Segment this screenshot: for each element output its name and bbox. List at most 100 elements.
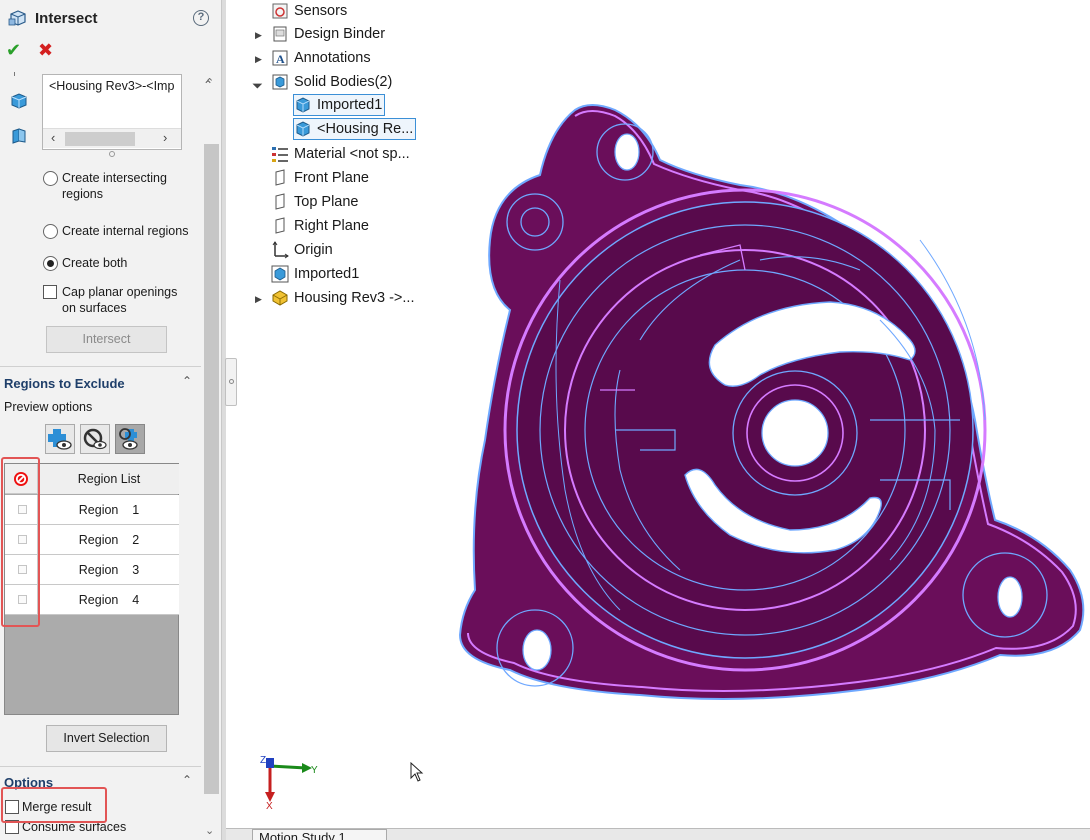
tree-item-label: Origin xyxy=(294,242,333,258)
tree-item-body-housing[interactable]: <Housing Re... xyxy=(293,118,416,140)
tree-item-material[interactable]: Material <not sp... xyxy=(271,143,410,165)
expand-arrow-icon[interactable]: ▶ xyxy=(255,30,262,41)
radio-create-both[interactable] xyxy=(43,256,58,271)
region-name[interactable]: Region 2 xyxy=(39,525,179,555)
scroll-down-icon[interactable]: ⌄ xyxy=(205,824,214,837)
tree-item-label: Housing Rev3 ->... xyxy=(294,290,415,306)
tree-item-annotations[interactable]: A Annotations xyxy=(271,47,371,69)
svg-text:A: A xyxy=(276,52,285,66)
splitter-dot-icon xyxy=(229,379,234,384)
property-manager: Intersect ? ✔ ✖ ⌃ ⌄ <Housing Rev3>-<Imp … xyxy=(0,0,222,840)
bottom-tab-bar: Motion Study 1 xyxy=(226,828,1090,840)
tree-item-design-binder[interactable]: Design Binder xyxy=(271,23,385,45)
tree-item-housing-rev3[interactable]: Housing Rev3 ->... xyxy=(271,287,415,309)
ok-button[interactable]: ✔ xyxy=(6,40,21,61)
intersect-button[interactable]: Intersect xyxy=(46,326,167,353)
help-icon[interactable]: ? xyxy=(193,10,209,26)
tree-item-top-plane[interactable]: Top Plane xyxy=(271,191,359,213)
selection-item[interactable]: <Housing Rev3>-<Imp xyxy=(49,79,181,93)
preview-include-icon xyxy=(48,429,72,450)
preview-exclude-button[interactable] xyxy=(80,424,110,454)
expand-arrow-icon[interactable]: ▶ xyxy=(255,294,262,305)
selection-marker xyxy=(14,72,18,76)
radio-create-internal[interactable] xyxy=(43,224,58,239)
panel-splitter[interactable] xyxy=(222,0,226,840)
sensor-icon xyxy=(272,3,288,19)
origin-icon xyxy=(272,241,289,259)
preview-both-button[interactable] xyxy=(115,424,145,454)
scroll-right-icon[interactable]: › xyxy=(163,130,167,145)
tree-item-label: Sensors xyxy=(294,3,348,19)
plane-icon xyxy=(275,193,285,210)
selection-list[interactable]: <Housing Rev3>-<Imp ‹ › xyxy=(42,74,182,150)
property-manager-scrollbar[interactable]: ⌃ ⌄ xyxy=(201,72,221,840)
tree-item-label: Imported1 xyxy=(317,97,383,113)
tree-item-right-plane[interactable]: Right Plane xyxy=(271,215,369,237)
option-label: Cap planar openings xyxy=(62,285,178,299)
tree-item-label: Right Plane xyxy=(294,218,369,234)
radio-create-intersecting[interactable] xyxy=(43,171,58,186)
preview-exclude-icon xyxy=(83,428,107,450)
scrollbar-thumb[interactable] xyxy=(65,132,135,146)
tree-item-front-plane[interactable]: Front Plane xyxy=(271,167,369,189)
section-divider xyxy=(0,766,201,767)
exclude-column-highlight xyxy=(1,457,40,627)
region-name[interactable]: Region 3 xyxy=(39,555,179,585)
tree-item-label: Imported1 xyxy=(294,266,360,282)
mouse-cursor-icon xyxy=(410,762,424,782)
intersect-feature-icon xyxy=(8,10,26,26)
triad-z-label: Z xyxy=(260,755,266,766)
selection-scroll-up-icon[interactable]: ⌃ xyxy=(203,78,213,92)
preview-include-button[interactable] xyxy=(45,424,75,454)
region-name[interactable]: Region 1 xyxy=(39,495,179,525)
column-header-region-list[interactable]: Region List xyxy=(39,464,179,494)
option-create-internal[interactable]: Create internal regions xyxy=(43,223,188,239)
tree-item-body-imported1[interactable]: Imported1 xyxy=(293,94,386,116)
expand-arrow-icon[interactable]: ▶ xyxy=(255,54,262,65)
solid-bodies-icon xyxy=(272,74,288,90)
tree-item-origin[interactable]: Origin xyxy=(271,239,333,261)
tree-item-label: <Housing Re... xyxy=(317,121,414,137)
body-icon xyxy=(296,121,310,137)
option-create-both[interactable]: Create both xyxy=(43,255,127,271)
tree-item-label: Annotations xyxy=(294,50,371,66)
option-label: regions xyxy=(62,187,103,201)
preview-both-icon xyxy=(119,428,138,450)
tree-item-label: Top Plane xyxy=(294,194,359,210)
resize-grip-icon[interactable] xyxy=(109,151,115,157)
section-divider xyxy=(0,366,201,367)
collapse-chevron-icon[interactable]: ⌃ xyxy=(182,773,192,787)
tree-item-solid-bodies[interactable]: Solid Bodies(2) xyxy=(271,71,392,93)
option-label: Create internal regions xyxy=(62,224,189,238)
option-create-intersecting[interactable]: Create intersecting regions xyxy=(43,170,167,202)
coordinate-triad: Z Y X xyxy=(260,755,318,810)
body-icon xyxy=(296,97,310,113)
scroll-left-icon[interactable]: ‹ xyxy=(51,130,55,145)
binder-icon xyxy=(273,26,287,42)
scrollbar-thumb[interactable] xyxy=(204,144,219,794)
splitter-handle[interactable] xyxy=(225,358,237,406)
checkbox-cap-planar[interactable] xyxy=(43,285,57,299)
solid-body-icon xyxy=(11,93,27,109)
tab-motion-study[interactable]: Motion Study 1 xyxy=(252,829,387,840)
imported-feature-icon xyxy=(271,265,289,283)
tree-item-label: Solid Bodies(2) xyxy=(294,74,393,90)
option-label: on surfaces xyxy=(62,301,127,315)
invert-selection-button[interactable]: Invert Selection xyxy=(46,725,167,752)
tree-item-label: Material <not sp... xyxy=(294,146,410,162)
option-label: Create both xyxy=(62,256,128,270)
collapse-chevron-icon[interactable]: ⌃ xyxy=(182,374,192,388)
tree-item-label: Front Plane xyxy=(294,170,369,186)
tree-item-imported1[interactable]: Imported1 xyxy=(271,263,359,285)
collapse-arrow-icon[interactable]: ◢ xyxy=(251,77,264,90)
regions-section-title[interactable]: Regions to Exclude xyxy=(4,376,125,391)
option-cap-planar[interactable]: Cap planar openings on surfaces xyxy=(43,284,177,316)
region-name[interactable]: Region 4 xyxy=(39,585,179,615)
merge-result-highlight xyxy=(1,787,107,823)
tree-item-sensors[interactable]: Sensors xyxy=(271,0,347,22)
option-label: Create intersecting xyxy=(62,171,167,185)
selection-horizontal-scrollbar[interactable]: ‹ › xyxy=(43,128,181,148)
housing-model-view[interactable] xyxy=(440,90,1090,710)
cancel-button[interactable]: ✖ xyxy=(38,40,53,61)
property-manager-title: Intersect xyxy=(35,10,98,27)
